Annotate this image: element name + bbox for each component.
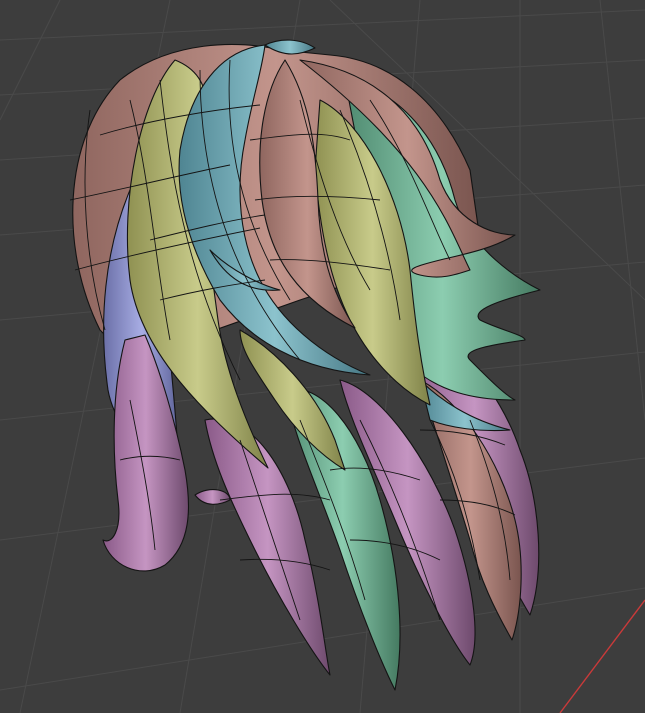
hair-strand-pink-tip[interactable] <box>194 489 231 505</box>
hair-mesh[interactable] <box>69 39 541 691</box>
x-axis-line <box>559 599 645 713</box>
3d-viewport[interactable] <box>0 0 645 713</box>
viewport-canvas[interactable] <box>0 0 645 713</box>
